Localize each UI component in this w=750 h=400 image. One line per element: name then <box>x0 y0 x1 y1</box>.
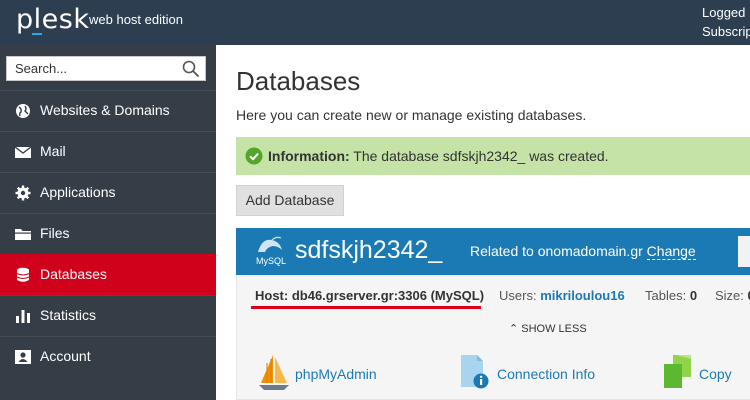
host-highlight-underline <box>251 306 481 309</box>
database-icon <box>16 267 30 282</box>
mysql-icon: MySQL <box>254 234 288 268</box>
tool-phpmyadmin[interactable]: phpMyAdmin <box>257 353 397 393</box>
search-icon[interactable] <box>182 60 200 78</box>
page-description: Here you can create new or manage existi… <box>236 107 587 123</box>
database-card-header: MySQL sdfskjh2342_ Related to onomadomai… <box>236 228 750 275</box>
info-message: Information: The database sdfskjh2342_ w… <box>236 137 750 175</box>
connection-info-icon <box>461 355 489 389</box>
add-database-button[interactable]: Add Database <box>236 185 344 216</box>
check-circle-icon <box>245 147 263 165</box>
users-label: Users: <box>499 288 537 303</box>
bar-chart-icon <box>16 310 30 323</box>
user-info[interactable]: Logged Subscrip <box>702 3 750 41</box>
globe-icon <box>16 104 30 118</box>
subscription-label: Subscrip <box>702 24 750 39</box>
sidebar-item-label: Statistics <box>40 307 97 323</box>
copy-icon <box>664 355 691 388</box>
users-link[interactable]: mikriloulou16 <box>540 288 625 303</box>
main-content: Databases Here you can create new or man… <box>216 45 750 400</box>
tables-label: Tables: <box>645 288 687 303</box>
tool-label: Connection Info <box>497 366 596 382</box>
sidebar-item-applications[interactable]: Applications <box>0 172 216 213</box>
gear-icon <box>15 185 31 201</box>
info-text: Information: The database sdfskjh2342_ w… <box>268 148 609 164</box>
sidebar-item-files[interactable]: Files <box>0 213 216 254</box>
mail-icon <box>14 146 32 158</box>
size-stat: Size: 0 <box>715 288 750 303</box>
top-bar: plesk web host edition Logged Subscrip <box>0 0 750 45</box>
sidebar-item-databases[interactable]: Databases <box>0 254 216 295</box>
sidebar-item-statistics[interactable]: Statistics <box>0 295 216 336</box>
tool-label: Copy <box>699 366 732 382</box>
sidebar-item-account[interactable]: Account <box>0 336 216 377</box>
tool-copy[interactable]: Copy <box>661 353 750 393</box>
sidebar-item-mail[interactable]: Mail <box>0 131 216 172</box>
phpmyadmin-icon <box>259 355 289 390</box>
sidebar-item-label: Mail <box>40 143 66 159</box>
mysql-icon-label: MySQL <box>256 256 286 266</box>
search-input[interactable] <box>7 57 177 80</box>
tool-connection-info[interactable]: Connection Info <box>459 353 609 393</box>
plesk-logo[interactable]: plesk <box>16 4 89 35</box>
sidebar-item-websites-domains[interactable]: Websites & Domains <box>0 90 216 131</box>
sidebar-item-label: Applications <box>40 184 116 200</box>
chevron-up-icon: ⌃ <box>509 323 519 335</box>
related-domain: Related to onomadomain.gr Change <box>470 243 696 260</box>
database-details: Host: db46.grserver.gr:3306 (MySQL) User… <box>236 275 750 400</box>
related-text: Related to onomadomain.gr <box>470 243 643 259</box>
edition-label: web host edition <box>89 12 183 27</box>
size-label: Size: <box>715 288 744 303</box>
info-detail: The database sdfskjh2342_ was created. <box>353 148 609 164</box>
info-label: Information: <box>268 148 350 164</box>
sidebar-item-label: Databases <box>40 266 107 282</box>
search-box[interactable] <box>6 56 206 81</box>
database-host: Host: db46.grserver.gr:3306 (MySQL) <box>255 288 485 303</box>
folder-icon <box>15 229 31 240</box>
page-title: Databases <box>236 66 361 96</box>
sidebar-item-label: Account <box>40 348 91 364</box>
tables-stat: Tables: 0 <box>645 288 697 303</box>
sidebar: Websites & Domains Mail Applications Fil… <box>0 45 216 400</box>
tables-value: 0 <box>689 288 698 303</box>
database-name: sdfskjh2342_ <box>295 236 443 264</box>
show-less-label: SHOW LESS <box>521 323 587 335</box>
account-icon <box>15 350 31 364</box>
logged-in-label: Logged <box>702 5 746 20</box>
database-header-button[interactable] <box>738 236 750 267</box>
change-domain-link[interactable]: Change <box>646 243 696 260</box>
show-less-toggle[interactable]: ⌃ SHOW LESS <box>509 322 587 335</box>
logo-accent <box>32 33 42 35</box>
users-stat: Users: mikriloulou16 <box>499 288 625 303</box>
sidebar-item-label: Files <box>40 225 70 241</box>
tool-label: phpMyAdmin <box>295 366 377 382</box>
sidebar-item-label: Websites & Domains <box>40 102 170 118</box>
